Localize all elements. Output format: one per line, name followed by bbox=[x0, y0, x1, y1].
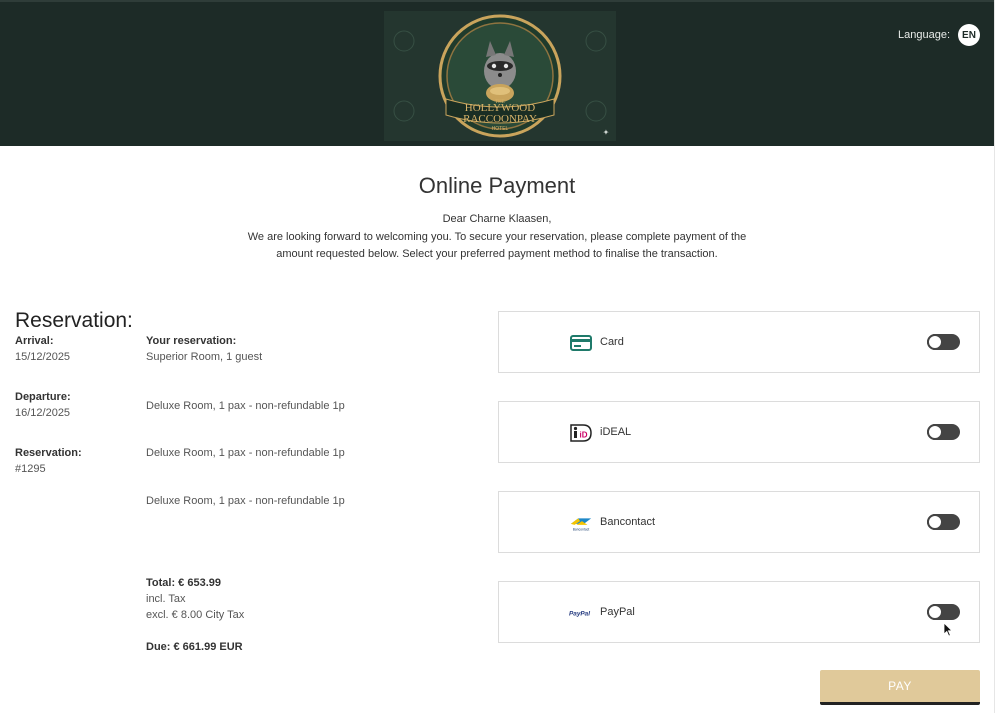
departure-label: Departure: bbox=[15, 391, 71, 403]
reservation-number-label: Reservation: bbox=[15, 447, 82, 459]
room-item: Deluxe Room, 1 pax - non-refundable 1p bbox=[146, 447, 345, 459]
svg-text:✦: ✦ bbox=[603, 128, 610, 137]
credit-card-icon bbox=[569, 332, 593, 354]
payment-method-card[interactable]: Card bbox=[498, 311, 980, 373]
intro-text: Dear Charne Klaasen, We are looking forw… bbox=[247, 211, 747, 264]
toggle-knob bbox=[927, 424, 943, 440]
payment-method-label: iDEAL bbox=[600, 426, 632, 438]
departure-value: 16/12/2025 bbox=[15, 407, 71, 419]
room-item: Deluxe Room, 1 pax - non-refundable 1p bbox=[146, 495, 345, 507]
toggle-knob bbox=[927, 604, 943, 620]
pay-button[interactable]: PAY bbox=[820, 670, 980, 705]
paypal-icon: PayPal bbox=[569, 602, 593, 624]
payment-method-label: Card bbox=[600, 336, 624, 348]
room-item: Deluxe Room, 1 pax - non-refundable 1p bbox=[146, 400, 345, 412]
due-amount: Due: € 661.99 EUR bbox=[146, 641, 243, 653]
payment-method-bancontact[interactable]: Bancontact Bancontact bbox=[498, 491, 980, 553]
card-toggle[interactable] bbox=[927, 334, 960, 350]
language-badge[interactable]: EN bbox=[958, 24, 980, 46]
svg-text:PayPal: PayPal bbox=[569, 611, 590, 618]
reservation-heading: Reservation: bbox=[15, 309, 133, 332]
payment-method-ideal[interactable]: iD iDEAL bbox=[498, 401, 980, 463]
logo-text-raccoonpay: RACCOONPAY bbox=[463, 113, 537, 125]
paypal-toggle[interactable] bbox=[927, 604, 960, 620]
ideal-icon: iD bbox=[569, 422, 593, 444]
payment-method-label: Bancontact bbox=[600, 516, 656, 528]
arrival-label: Arrival: bbox=[15, 335, 54, 347]
page-title: Online Payment bbox=[418, 173, 576, 198]
payment-method-label: PayPal bbox=[600, 606, 635, 618]
toggle-knob bbox=[927, 334, 943, 350]
room-item: Superior Room, 1 guest bbox=[146, 351, 263, 363]
toggle-knob bbox=[927, 514, 943, 530]
svg-text:iD: iD bbox=[580, 431, 588, 440]
arrival-value: 15/12/2025 bbox=[15, 351, 71, 363]
svg-text:Bancontact: Bancontact bbox=[573, 527, 590, 531]
mouse-cursor-icon bbox=[943, 622, 953, 642]
payment-method-paypal[interactable]: PayPal PayPal bbox=[498, 581, 980, 643]
greeting: Dear Charne Klaasen, bbox=[442, 213, 552, 225]
intro-paragraph: We are looking forward to welcoming you.… bbox=[247, 230, 747, 261]
bancontact-icon: Bancontact bbox=[569, 512, 593, 534]
logo-text-hotel: HOTEL bbox=[492, 126, 509, 132]
bancontact-toggle[interactable] bbox=[927, 514, 960, 530]
header-banner: THE HOLLYWOOD RACCOONPAY HOTEL ✦ Languag… bbox=[0, 0, 994, 146]
your-reservation-label: Your reservation: bbox=[146, 335, 237, 347]
total-amount: Total: € 653.99 bbox=[146, 577, 221, 589]
language-selector[interactable]: Language: EN bbox=[898, 24, 980, 46]
reservation-number-value: #1295 bbox=[15, 463, 46, 475]
incl-tax-note: incl. Tax bbox=[146, 593, 186, 605]
language-label: Language: bbox=[898, 29, 950, 41]
window-edge bbox=[994, 0, 1000, 713]
city-tax-note: excl. € 8.00 City Tax bbox=[146, 609, 245, 621]
hotel-logo: THE HOLLYWOOD RACCOONPAY HOTEL ✦ bbox=[384, 11, 616, 141]
ideal-toggle[interactable] bbox=[927, 424, 960, 440]
